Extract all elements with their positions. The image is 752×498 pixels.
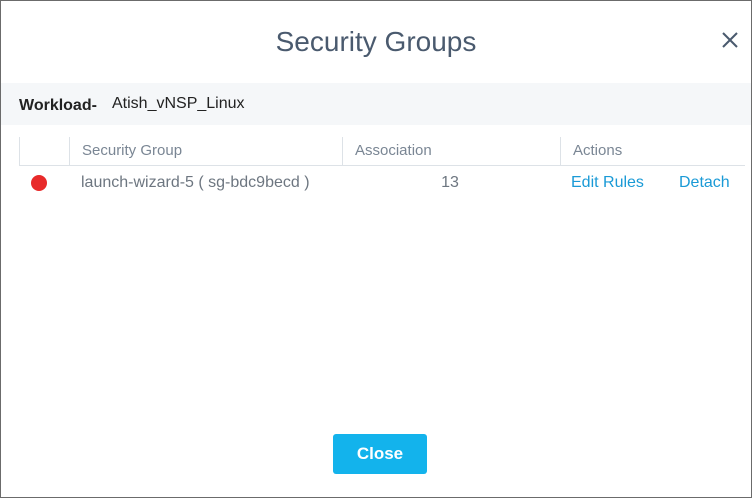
close-icon[interactable] — [719, 29, 741, 51]
workload-label: Workload- — [19, 97, 97, 114]
column-header-actions: Actions — [573, 142, 623, 159]
workload-bar: Workload- Atish_vNSP_Linux — [1, 83, 751, 125]
security-groups-dialog: Security Groups Workload- Atish_vNSP_Lin… — [0, 0, 752, 498]
security-groups-table: Security Group Association Actions launc… — [19, 137, 745, 200]
status-dot-icon — [31, 175, 47, 191]
column-header-security-group[interactable]: Security Group — [82, 137, 182, 165]
edit-rules-link[interactable]: Edit Rules — [571, 166, 644, 200]
column-header-association[interactable]: Association — [355, 137, 432, 165]
table-header: Security Group Association Actions — [19, 137, 745, 166]
association-count: 13 — [441, 174, 459, 191]
column-separator — [342, 137, 343, 165]
workload-value: Atish_vNSP_Linux — [112, 95, 245, 112]
table-row: launch-wizard-5 ( sg-bdc9becd ) 13 Edit … — [19, 166, 745, 200]
security-group-name: launch-wizard-5 ( sg-bdc9becd ) — [81, 174, 310, 191]
column-separator — [19, 137, 20, 165]
dialog-header: Security Groups — [1, 1, 751, 83]
column-separator — [560, 137, 561, 165]
column-separator — [69, 137, 70, 165]
detach-link[interactable]: Detach — [679, 166, 730, 200]
close-button[interactable]: Close — [333, 434, 427, 474]
dialog-title: Security Groups — [275, 26, 477, 57]
